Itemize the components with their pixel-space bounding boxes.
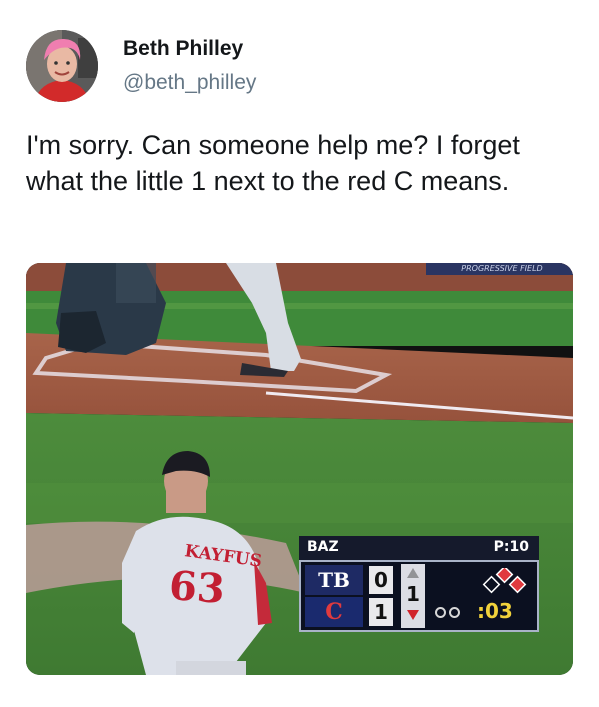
outs-indicator xyxy=(435,602,475,622)
tweet-photo[interactable]: KAYFUS 63 PROGRESSIVE FIELD BAZ P:10 TB … xyxy=(26,263,573,675)
bases-diamond-icon xyxy=(482,568,527,594)
inning-indicator: 1 xyxy=(401,564,425,628)
tweet-text: I'm sorry. Can someone help me? I forget… xyxy=(26,130,520,196)
inning-top-arrow-icon xyxy=(407,568,419,578)
stadium-sign: PROGRESSIVE FIELD xyxy=(461,264,542,273)
scoreboard-bug: BAZ P:10 TB 0 C 1 1:03 xyxy=(299,536,539,632)
out-dot-icon xyxy=(449,607,460,618)
avatar[interactable] xyxy=(26,30,98,102)
home-team-logo: C xyxy=(305,597,363,627)
pitcher-name: BAZ xyxy=(307,539,339,555)
away-team-score: 0 xyxy=(369,566,393,594)
author-handle[interactable]: @beth_philley xyxy=(123,71,256,95)
away-team-row: TB 0 xyxy=(305,565,397,595)
home-team-row: C 1 xyxy=(305,597,397,627)
jersey-number: 63 xyxy=(168,562,227,613)
scoreboard-header: BAZ P:10 xyxy=(299,536,539,560)
avatar-photo-icon xyxy=(26,30,98,102)
author-name[interactable]: Beth Philley xyxy=(123,37,243,61)
scoreboard-body: TB 0 C 1 1:03 xyxy=(299,560,539,632)
pitch-count: P:10 xyxy=(493,539,529,555)
away-team-logo: TB xyxy=(305,565,363,595)
home-team-score: 1 xyxy=(369,598,393,626)
tweet-card: Beth Philley @beth_philley I'm sorry. Ca… xyxy=(0,0,599,707)
inning-number: 1 xyxy=(406,582,420,606)
pitch-clock: :03 xyxy=(477,599,513,623)
inning-bottom-arrow-icon xyxy=(407,610,419,620)
out-dot-icon xyxy=(435,607,446,618)
